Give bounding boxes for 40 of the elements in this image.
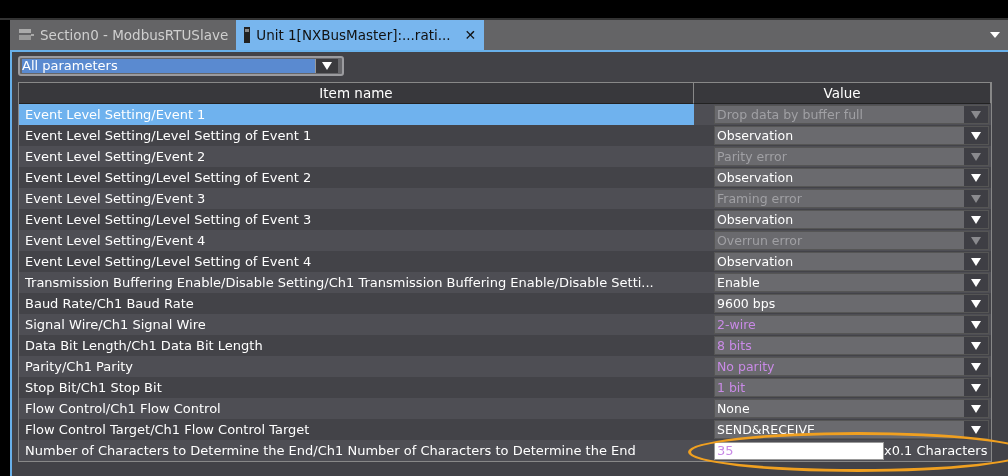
tab[interactable]: Unit 1[NXBusMaster]:...rati... ✕ [236, 20, 485, 50]
value-dropdown[interactable]: Observation [714, 252, 989, 271]
caret-icon [971, 257, 981, 266]
caret-icon [971, 215, 981, 224]
value-dropdown[interactable]: 9600 bps [714, 294, 989, 313]
value-dropdown[interactable]: Enable [714, 273, 989, 292]
caret-icon [971, 152, 981, 161]
column-header: Item name [19, 83, 694, 104]
filter-dropdown[interactable]: All parameters [18, 56, 344, 76]
value-dropdown[interactable]: Observation [714, 126, 989, 145]
caret-icon [971, 131, 981, 140]
caret-icon [971, 278, 981, 287]
item-name-cell[interactable]: Number of Characters to Determine the End/Ch1 Number of Characters to Determine the End [19, 440, 694, 461]
caret-icon [971, 299, 981, 308]
caret-icon [971, 425, 981, 434]
value-dropdown[interactable]: Observation [714, 210, 989, 229]
value-dropdown[interactable]: None [714, 399, 989, 418]
caret-icon [971, 320, 981, 329]
item-name-cell[interactable]: Signal Wire/Ch1 Signal Wire [19, 314, 694, 335]
tab-overflow-icon[interactable] [990, 32, 1000, 38]
close-icon[interactable]: ✕ [464, 27, 477, 43]
caret-icon [971, 110, 981, 119]
caret-icon [971, 362, 981, 371]
device-icon [18, 28, 34, 42]
caret-icon [971, 173, 981, 182]
item-name-cell[interactable]: Transmission Buffering Enable/Disable Setting/Ch1 Transmission Buffering Enable/Disable Setti... [19, 272, 694, 293]
value-dropdown[interactable]: Observation [714, 168, 989, 187]
caret-icon [971, 236, 981, 245]
caret-icon [322, 62, 332, 70]
unit-label: x0.1 Characters [884, 443, 988, 458]
column-header: Value [694, 83, 991, 104]
item-name-cell[interactable]: Flow Control/Ch1 Flow Control [19, 398, 694, 419]
caret-icon [971, 383, 981, 392]
unit-icon [244, 27, 251, 43]
caret-icon [971, 404, 981, 413]
caret-icon [971, 341, 981, 350]
value-dropdown[interactable]: SEND&RECEIVE [714, 420, 989, 439]
caret-icon [971, 194, 981, 203]
item-name-cell[interactable]: Parity/Ch1 Parity [19, 356, 694, 377]
tab[interactable]: Section0 - ModbusRTUSlave [10, 20, 237, 50]
